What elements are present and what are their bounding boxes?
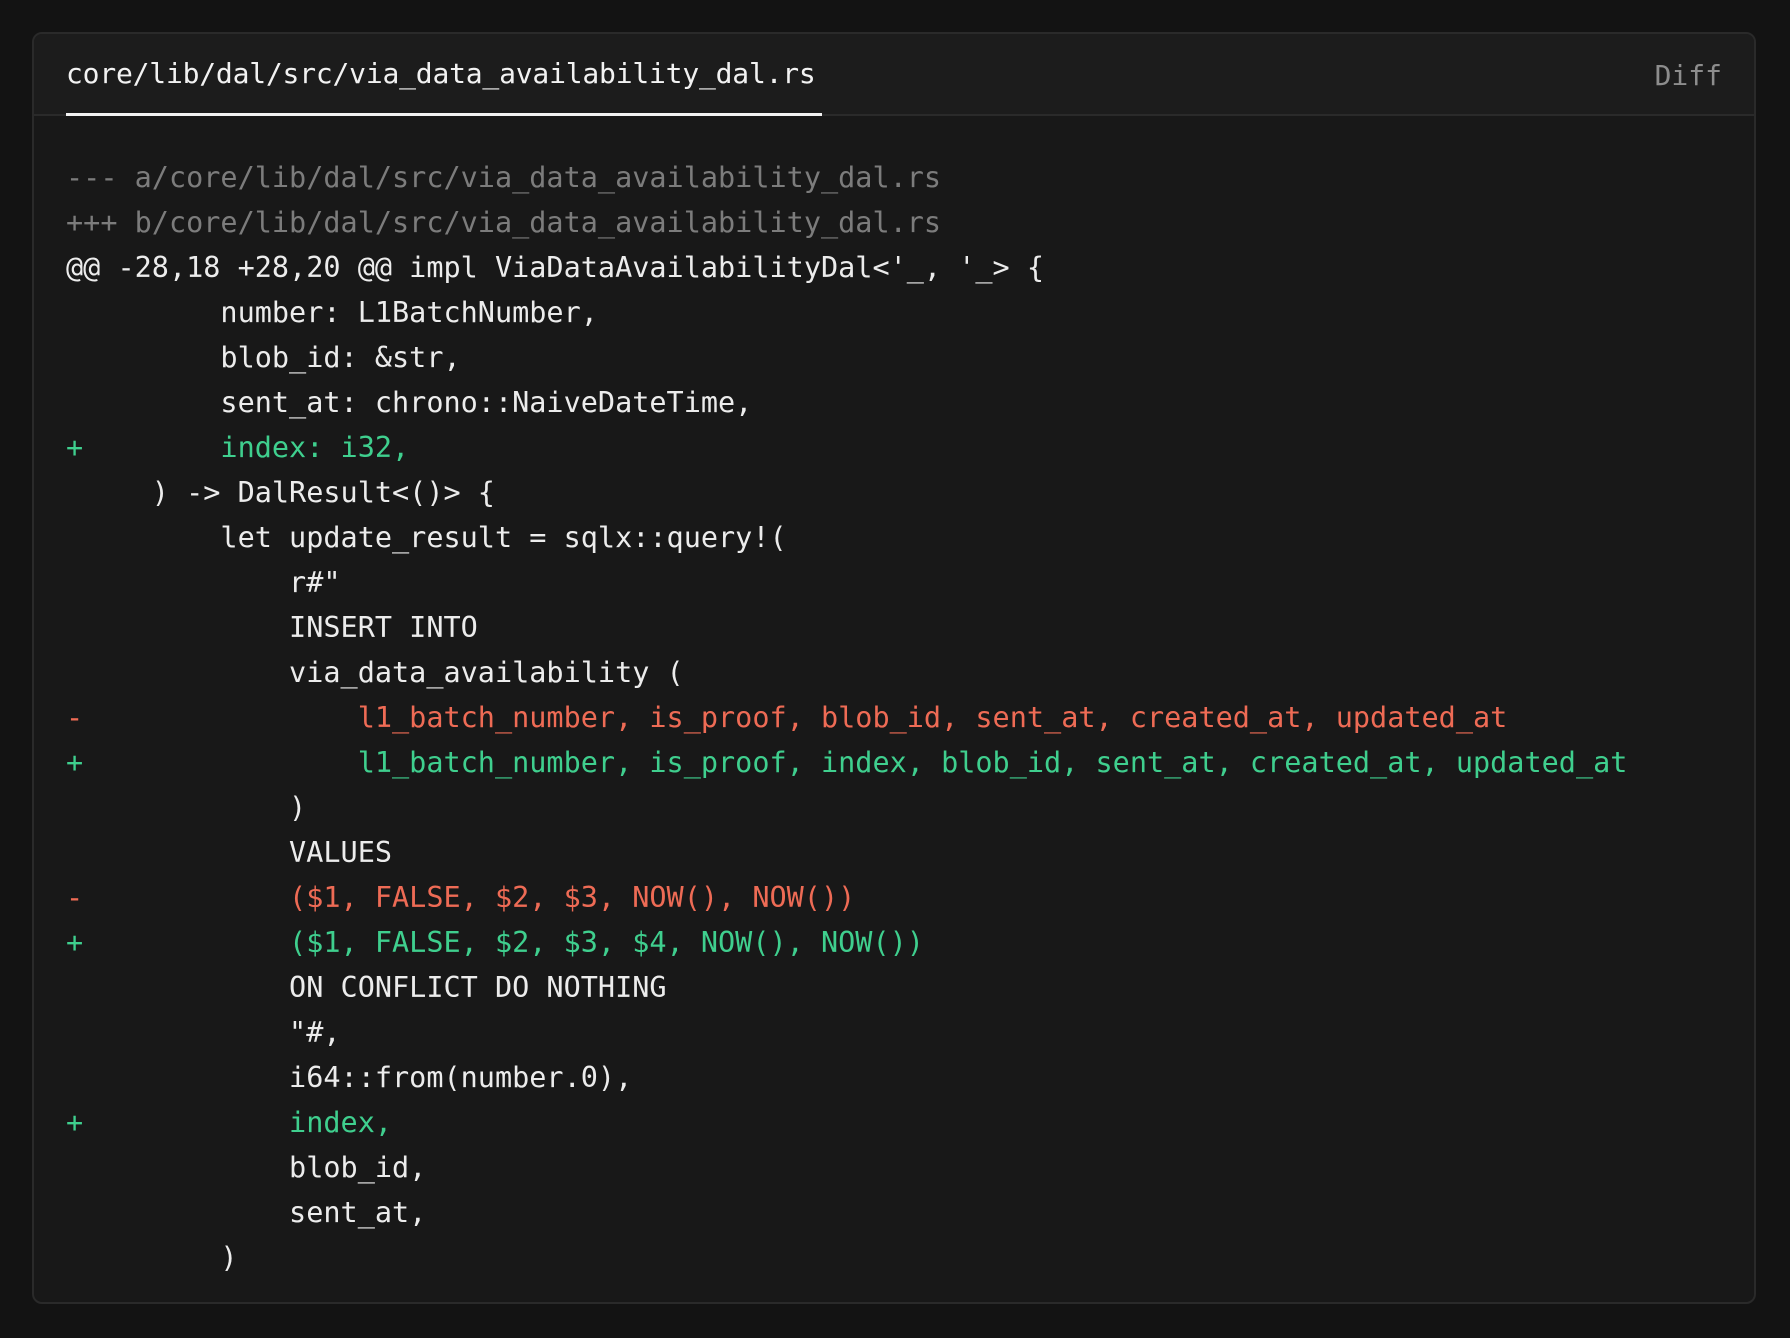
diff-line-marker [66, 560, 83, 605]
diff-line-meta: +++ b/core/lib/dal/src/via_data_availabi… [66, 200, 1734, 245]
diff-line-text: let update_result = sqlx::query!( [83, 521, 787, 554]
diff-line-marker [66, 605, 83, 650]
diff-line-ctx: blob_id, [66, 1145, 1734, 1190]
diff-line-marker [66, 1190, 83, 1235]
diff-line-marker [66, 785, 83, 830]
diff-line-add: + ($1, FALSE, $2, $3, $4, NOW(), NOW()) [66, 920, 1734, 965]
diff-line-ctx: sent_at: chrono::NaiveDateTime, [66, 380, 1734, 425]
diff-line-text: INSERT INTO [83, 611, 478, 644]
diff-line-text: index: i32, [83, 431, 410, 464]
diff-line-text: l1_batch_number, is_proof, index, blob_i… [83, 746, 1628, 779]
diff-line-text: --- a/core/lib/dal/src/via_data_availabi… [66, 161, 942, 194]
file-tab-bar: core/lib/dal/src/via_data_availability_d… [34, 34, 1754, 116]
diff-line-ctx: ) [66, 1235, 1734, 1280]
diff-line-marker [66, 1145, 83, 1190]
diff-line-text: sent_at, [83, 1196, 427, 1229]
diff-line-add: + l1_batch_number, is_proof, index, blob… [66, 740, 1734, 785]
diff-line-text: ) -> DalResult<()> { [83, 476, 495, 509]
diff-line-marker [66, 1055, 83, 1100]
diff-line-ctx: i64::from(number.0), [66, 1055, 1734, 1100]
diff-line-text: ON CONFLICT DO NOTHING [83, 971, 667, 1004]
file-tab[interactable]: core/lib/dal/src/via_data_availability_d… [66, 34, 822, 116]
diff-line-text: r#" [83, 566, 341, 599]
diff-line-ctx: number: L1BatchNumber, [66, 290, 1734, 335]
diff-line-marker [66, 1235, 83, 1280]
diff-line-text: blob_id: &str, [83, 341, 461, 374]
diff-line-text: VALUES [83, 836, 393, 869]
diff-line-marker [66, 830, 83, 875]
diff-line-marker [66, 650, 83, 695]
diff-line-text: i64::from(number.0), [83, 1061, 633, 1094]
diff-line-meta: --- a/core/lib/dal/src/via_data_availabi… [66, 155, 1734, 200]
diff-line-ctx: ) [66, 785, 1734, 830]
diff-code-block: --- a/core/lib/dal/src/via_data_availabi… [66, 155, 1734, 1280]
diff-line-text: blob_id, [83, 1151, 427, 1184]
diff-line-text: +++ b/core/lib/dal/src/via_data_availabi… [66, 206, 942, 239]
diff-line-ctx: via_data_availability ( [66, 650, 1734, 695]
diff-line-del: - l1_batch_number, is_proof, blob_id, se… [66, 695, 1734, 740]
diff-line-text: "#, [83, 1016, 341, 1049]
diff-line-ctx: let update_result = sqlx::query!( [66, 515, 1734, 560]
diff-line-marker [66, 290, 83, 335]
diff-line-ctx: INSERT INTO [66, 605, 1734, 650]
language-label: Diff [1654, 58, 1722, 92]
diff-line-text: index, [83, 1106, 393, 1139]
diff-line-ctx: r#" [66, 560, 1734, 605]
diff-line-text: ) [83, 791, 307, 824]
diff-line-marker: + [66, 746, 84, 779]
diff-line-del: - ($1, FALSE, $2, $3, NOW(), NOW()) [66, 875, 1734, 920]
diff-line-marker [66, 515, 83, 560]
file-tab-label: core/lib/dal/src/via_data_availability_d… [66, 57, 816, 90]
diff-panel: core/lib/dal/src/via_data_availability_d… [32, 32, 1756, 1304]
diff-line-ctx: ) -> DalResult<()> { [66, 470, 1734, 515]
diff-line-text: ($1, FALSE, $2, $3, NOW(), NOW()) [83, 881, 856, 914]
diff-line-text: @@ -28,18 +28,20 @@ impl ViaDataAvailabi… [66, 251, 1045, 284]
diff-line-marker: + [66, 1106, 84, 1139]
diff-line-marker: + [66, 926, 84, 959]
diff-line-ctx: sent_at, [66, 1190, 1734, 1235]
diff-line-text: ($1, FALSE, $2, $3, $4, NOW(), NOW()) [83, 926, 924, 959]
diff-line-marker [66, 470, 83, 515]
diff-line-marker [66, 1010, 83, 1055]
diff-line-add: + index, [66, 1100, 1734, 1145]
diff-line-marker [66, 965, 83, 1010]
diff-line-add: + index: i32, [66, 425, 1734, 470]
diff-line-text: l1_batch_number, is_proof, blob_id, sent… [83, 701, 1508, 734]
diff-line-marker: - [66, 881, 84, 914]
diff-line-marker [66, 380, 83, 425]
diff-line-ctx: ON CONFLICT DO NOTHING [66, 965, 1734, 1010]
diff-line-marker: + [66, 431, 84, 464]
diff-line-text: number: L1BatchNumber, [83, 296, 598, 329]
diff-line-text: ) [83, 1241, 238, 1274]
diff-line-ctx: "#, [66, 1010, 1734, 1055]
diff-line-marker: - [66, 701, 84, 734]
diff-line-text: via_data_availability ( [83, 656, 684, 689]
diff-line-hunk: @@ -28,18 +28,20 @@ impl ViaDataAvailabi… [66, 245, 1734, 290]
diff-line-marker [66, 335, 83, 380]
diff-line-ctx: VALUES [66, 830, 1734, 875]
diff-line-text: sent_at: chrono::NaiveDateTime, [83, 386, 753, 419]
diff-line-ctx: blob_id: &str, [66, 335, 1734, 380]
